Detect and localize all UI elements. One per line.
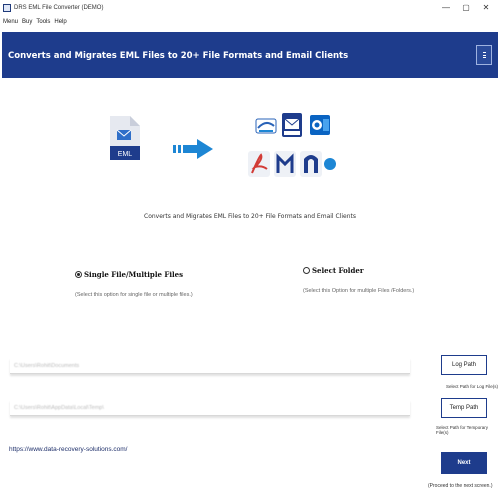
select-folder-label: Select Folder [312,266,364,275]
gmail-icon [274,151,296,177]
mbox-icon [282,113,302,137]
window-controls: — ▢ ✕ [436,0,496,16]
single-file-option[interactable]: Single File/Multiple Files [75,270,183,279]
header-banner: Converts and Migrates EML Files to 20+ F… [2,32,498,78]
menu-bar: Menu Buy Tools Help [0,16,500,28]
close-button[interactable]: ✕ [476,0,496,16]
banner-title: Converts and Migrates EML Files to 20+ F… [8,51,349,61]
temp-path-hint: Select Path for Temporary File(s) [436,425,488,435]
hero-caption: Converts and Migrates EML Files to 20+ F… [144,213,356,220]
outlook-icon [310,115,330,135]
email-client-logos [248,113,336,177]
app-icon [3,4,11,12]
log-path-hint: Select Path for Log File(s) [446,384,499,389]
next-hint: (Proceed to the next screen.) [428,483,493,489]
log-path-value: C:\Users\Rohit\Documents [14,363,80,369]
pdf-icon [248,151,270,177]
select-folder-description: (Select this Option for multiple Files /… [303,288,415,294]
menu-item-menu[interactable]: Menu [3,19,18,25]
select-folder-radio[interactable] [303,267,310,274]
menu-item-tools[interactable]: Tools [36,19,50,25]
eml-file-label: EML [118,151,133,158]
single-file-radio[interactable] [75,271,82,278]
select-folder-option[interactable]: Select Folder [303,266,364,275]
temp-path-value: C:\Users\Rohit\AppData\Local\Temp\ [14,405,104,411]
title-bar: DRS EML File Converter (DEMO) — ▢ ✕ [0,0,500,16]
minimize-button[interactable]: — [436,0,456,16]
hamburger-menu-icon[interactable] [476,45,492,65]
single-file-description: (Select this option for single file or m… [75,292,193,298]
maximize-button[interactable]: ▢ [456,0,476,16]
website-link[interactable]: https://www.data-recovery-solutions.com/ [9,446,128,453]
lotus-notes-icon [324,158,336,170]
temp-path-button[interactable]: Temp Path [441,398,487,418]
log-path-field[interactable]: C:\Users\Rohit\Documents [10,358,410,374]
thunderbird-icon [255,118,277,134]
next-button[interactable]: Next [441,452,487,474]
hero-illustration: EML [0,100,500,200]
office-365-icon [300,151,322,177]
single-file-label: Single File/Multiple Files [84,270,184,279]
log-path-button[interactable]: Log Path [441,355,487,375]
arrow-right-icon [173,139,213,159]
menu-item-buy[interactable]: Buy [22,19,32,25]
eml-file-icon: EML [110,116,140,160]
menu-item-help[interactable]: Help [54,19,66,25]
window-title: DRS EML File Converter (DEMO) [14,5,104,11]
temp-path-field[interactable]: C:\Users\Rohit\AppData\Local\Temp\ [10,400,410,416]
